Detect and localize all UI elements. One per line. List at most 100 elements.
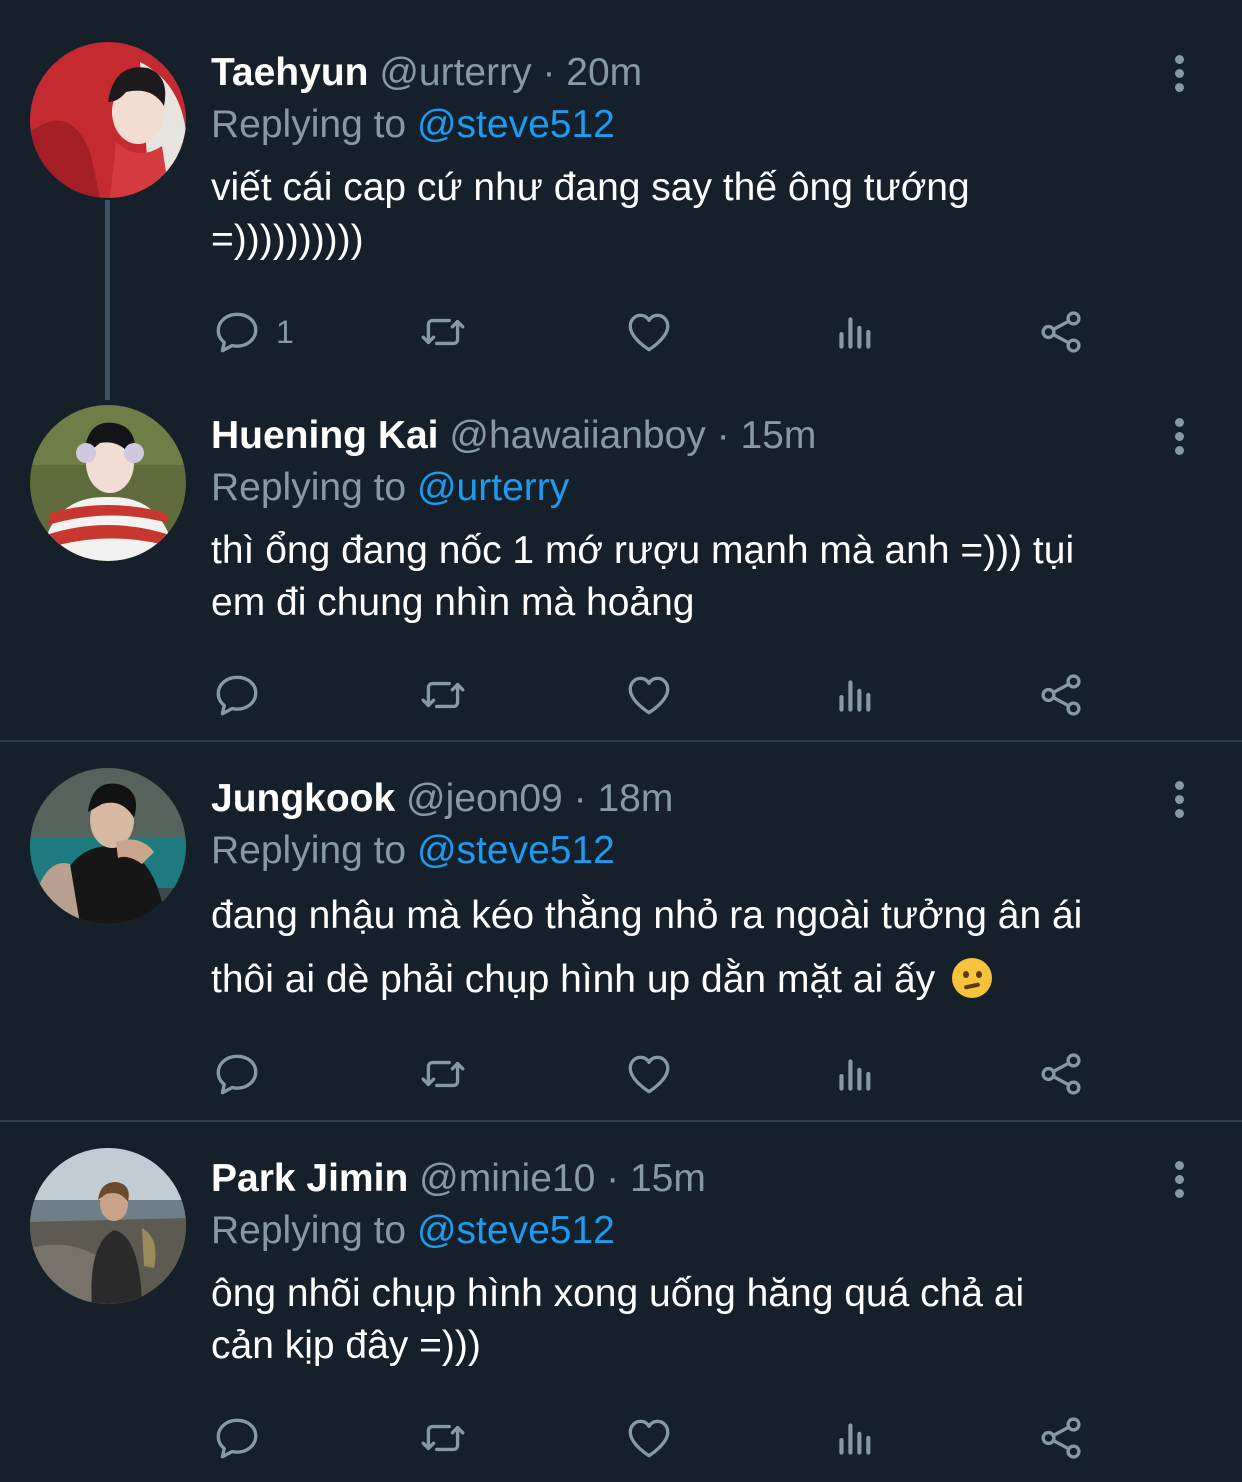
- tweet[interactable]: Jungkook @jeon09 · 18m Replying to @stev…: [0, 768, 1242, 1098]
- timestamp[interactable]: 15m: [740, 414, 816, 457]
- retweet-icon: [418, 1413, 468, 1463]
- share-icon: [1036, 307, 1086, 357]
- share-button[interactable]: [1036, 304, 1086, 360]
- mention-link[interactable]: @urterry: [417, 466, 569, 509]
- heart-icon: [624, 307, 674, 357]
- reply-button[interactable]: 1: [212, 304, 294, 360]
- reply-icon: [212, 1049, 262, 1099]
- analytics-button[interactable]: [830, 1046, 880, 1102]
- user-handle[interactable]: @minie10: [419, 1157, 595, 1200]
- replying-prefix: Replying to: [211, 103, 407, 146]
- retweet-icon: [418, 670, 468, 720]
- retweet-button[interactable]: [418, 1410, 468, 1466]
- avatar[interactable]: [30, 405, 186, 561]
- retweet-icon: [418, 1049, 468, 1099]
- like-button[interactable]: [624, 1046, 674, 1102]
- tweet-text-line: ông nhõi chụp hình xong uống hăng quá ch…: [211, 1272, 1025, 1315]
- reply-icon: [212, 1413, 262, 1463]
- heart-icon: [624, 1413, 674, 1463]
- tweet-actions: [0, 1046, 1242, 1106]
- reply-count: 1: [276, 313, 294, 350]
- analytics-button[interactable]: [830, 1410, 880, 1466]
- tweet-text-line: cản kịp đây =))): [211, 1324, 481, 1367]
- reply-icon: [212, 307, 262, 357]
- tweet-text: thì ổng đang nốc 1 mớ rượu mạnh mà anh =…: [211, 525, 1201, 629]
- tweet-text-line: em đi chung nhìn mà hoảng: [211, 581, 695, 624]
- more-icon[interactable]: [1168, 415, 1190, 459]
- analytics-icon: [830, 1413, 880, 1463]
- replying-to: Replying to @steve512: [211, 102, 615, 148]
- tweet-text: ông nhõi chụp hình xong uống hăng quá ch…: [211, 1268, 1201, 1372]
- tweet-text-line: =)))))))))): [211, 218, 364, 261]
- retweet-button[interactable]: [418, 667, 468, 723]
- replying-prefix: Replying to: [211, 1209, 407, 1252]
- display-name[interactable]: Taehyun: [211, 51, 368, 94]
- separator: ·: [542, 51, 556, 94]
- tweet[interactable]: Taehyun @urterry · 20m Replying to @stev…: [0, 42, 1242, 362]
- share-button[interactable]: [1036, 667, 1086, 723]
- separator: ·: [573, 777, 587, 820]
- more-icon[interactable]: [1168, 52, 1190, 96]
- share-button[interactable]: [1036, 1046, 1086, 1102]
- tweet-actions: [0, 667, 1242, 727]
- reply-icon: [212, 670, 262, 720]
- like-button[interactable]: [624, 304, 674, 360]
- user-handle[interactable]: @jeon09: [406, 777, 563, 820]
- woozy-face-emoji-icon: [952, 958, 993, 998]
- avatar[interactable]: [30, 42, 186, 198]
- replying-prefix: Replying to: [211, 466, 407, 509]
- separator: ·: [606, 1157, 620, 1200]
- divider: [0, 740, 1242, 742]
- analytics-icon: [830, 670, 880, 720]
- user-handle[interactable]: @hawaiianboy: [449, 414, 705, 457]
- like-button[interactable]: [624, 1410, 674, 1466]
- share-icon: [1036, 1049, 1086, 1099]
- tweet-text: đang nhậu mà kéo thằng nhỏ ra ngoài tưởn…: [211, 884, 1201, 1012]
- reply-button[interactable]: [212, 1410, 276, 1466]
- tweet-actions: [0, 1410, 1242, 1470]
- tweet-text: viết cái cap cứ như đang say thế ông tướ…: [211, 162, 1201, 266]
- share-icon: [1036, 1413, 1086, 1463]
- tweet-actions: 1: [0, 304, 1242, 364]
- display-name[interactable]: Park Jimin: [211, 1157, 408, 1200]
- mention-link[interactable]: @steve512: [417, 1209, 615, 1252]
- replying-prefix: Replying to: [211, 829, 407, 872]
- display-name[interactable]: Jungkook: [211, 777, 395, 820]
- tweet[interactable]: Park Jimin @minie10 · 15m Replying to @s…: [0, 1148, 1242, 1478]
- analytics-icon: [830, 307, 880, 357]
- tweet-text-line: viết cái cap cứ như đang say thế ông tướ…: [211, 166, 970, 209]
- tweet[interactable]: Huening Kai @hawaiianboy · 15m Replying …: [0, 405, 1242, 725]
- like-button[interactable]: [624, 667, 674, 723]
- avatar[interactable]: [30, 768, 186, 924]
- tweet-header: Jungkook @jeon09 · 18m: [211, 776, 673, 822]
- replying-to: Replying to @steve512: [211, 828, 615, 874]
- avatar[interactable]: [30, 1148, 186, 1304]
- analytics-button[interactable]: [830, 667, 880, 723]
- retweet-icon: [418, 307, 468, 357]
- user-handle[interactable]: @urterry: [379, 51, 531, 94]
- tweet-text-line: đang nhậu mà kéo thằng nhỏ ra ngoài tưởn…: [211, 894, 1083, 937]
- timestamp[interactable]: 15m: [630, 1157, 706, 1200]
- more-icon[interactable]: [1168, 778, 1190, 822]
- reply-button[interactable]: [212, 667, 276, 723]
- tweet-header: Huening Kai @hawaiianboy · 15m: [211, 413, 816, 459]
- retweet-button[interactable]: [418, 304, 468, 360]
- reply-button[interactable]: [212, 1046, 276, 1102]
- tweet-text-line: thì ổng đang nốc 1 mớ rượu mạnh mà anh =…: [211, 529, 1075, 572]
- tweet-text-line-with-emoji: thôi ai dè phải chụp hình up dằn mặt ai …: [211, 948, 1201, 1012]
- display-name[interactable]: Huening Kai: [211, 414, 439, 457]
- separator: ·: [716, 414, 730, 457]
- analytics-button[interactable]: [830, 304, 880, 360]
- replying-to: Replying to @urterry: [211, 465, 569, 511]
- mention-link[interactable]: @steve512: [417, 829, 615, 872]
- timestamp[interactable]: 18m: [597, 777, 673, 820]
- divider: [0, 1120, 1242, 1122]
- timestamp[interactable]: 20m: [566, 51, 642, 94]
- heart-icon: [624, 670, 674, 720]
- analytics-icon: [830, 1049, 880, 1099]
- share-button[interactable]: [1036, 1410, 1086, 1466]
- retweet-button[interactable]: [418, 1046, 468, 1102]
- mention-link[interactable]: @steve512: [417, 103, 615, 146]
- more-icon[interactable]: [1168, 1158, 1190, 1202]
- replying-to: Replying to @steve512: [211, 1208, 615, 1254]
